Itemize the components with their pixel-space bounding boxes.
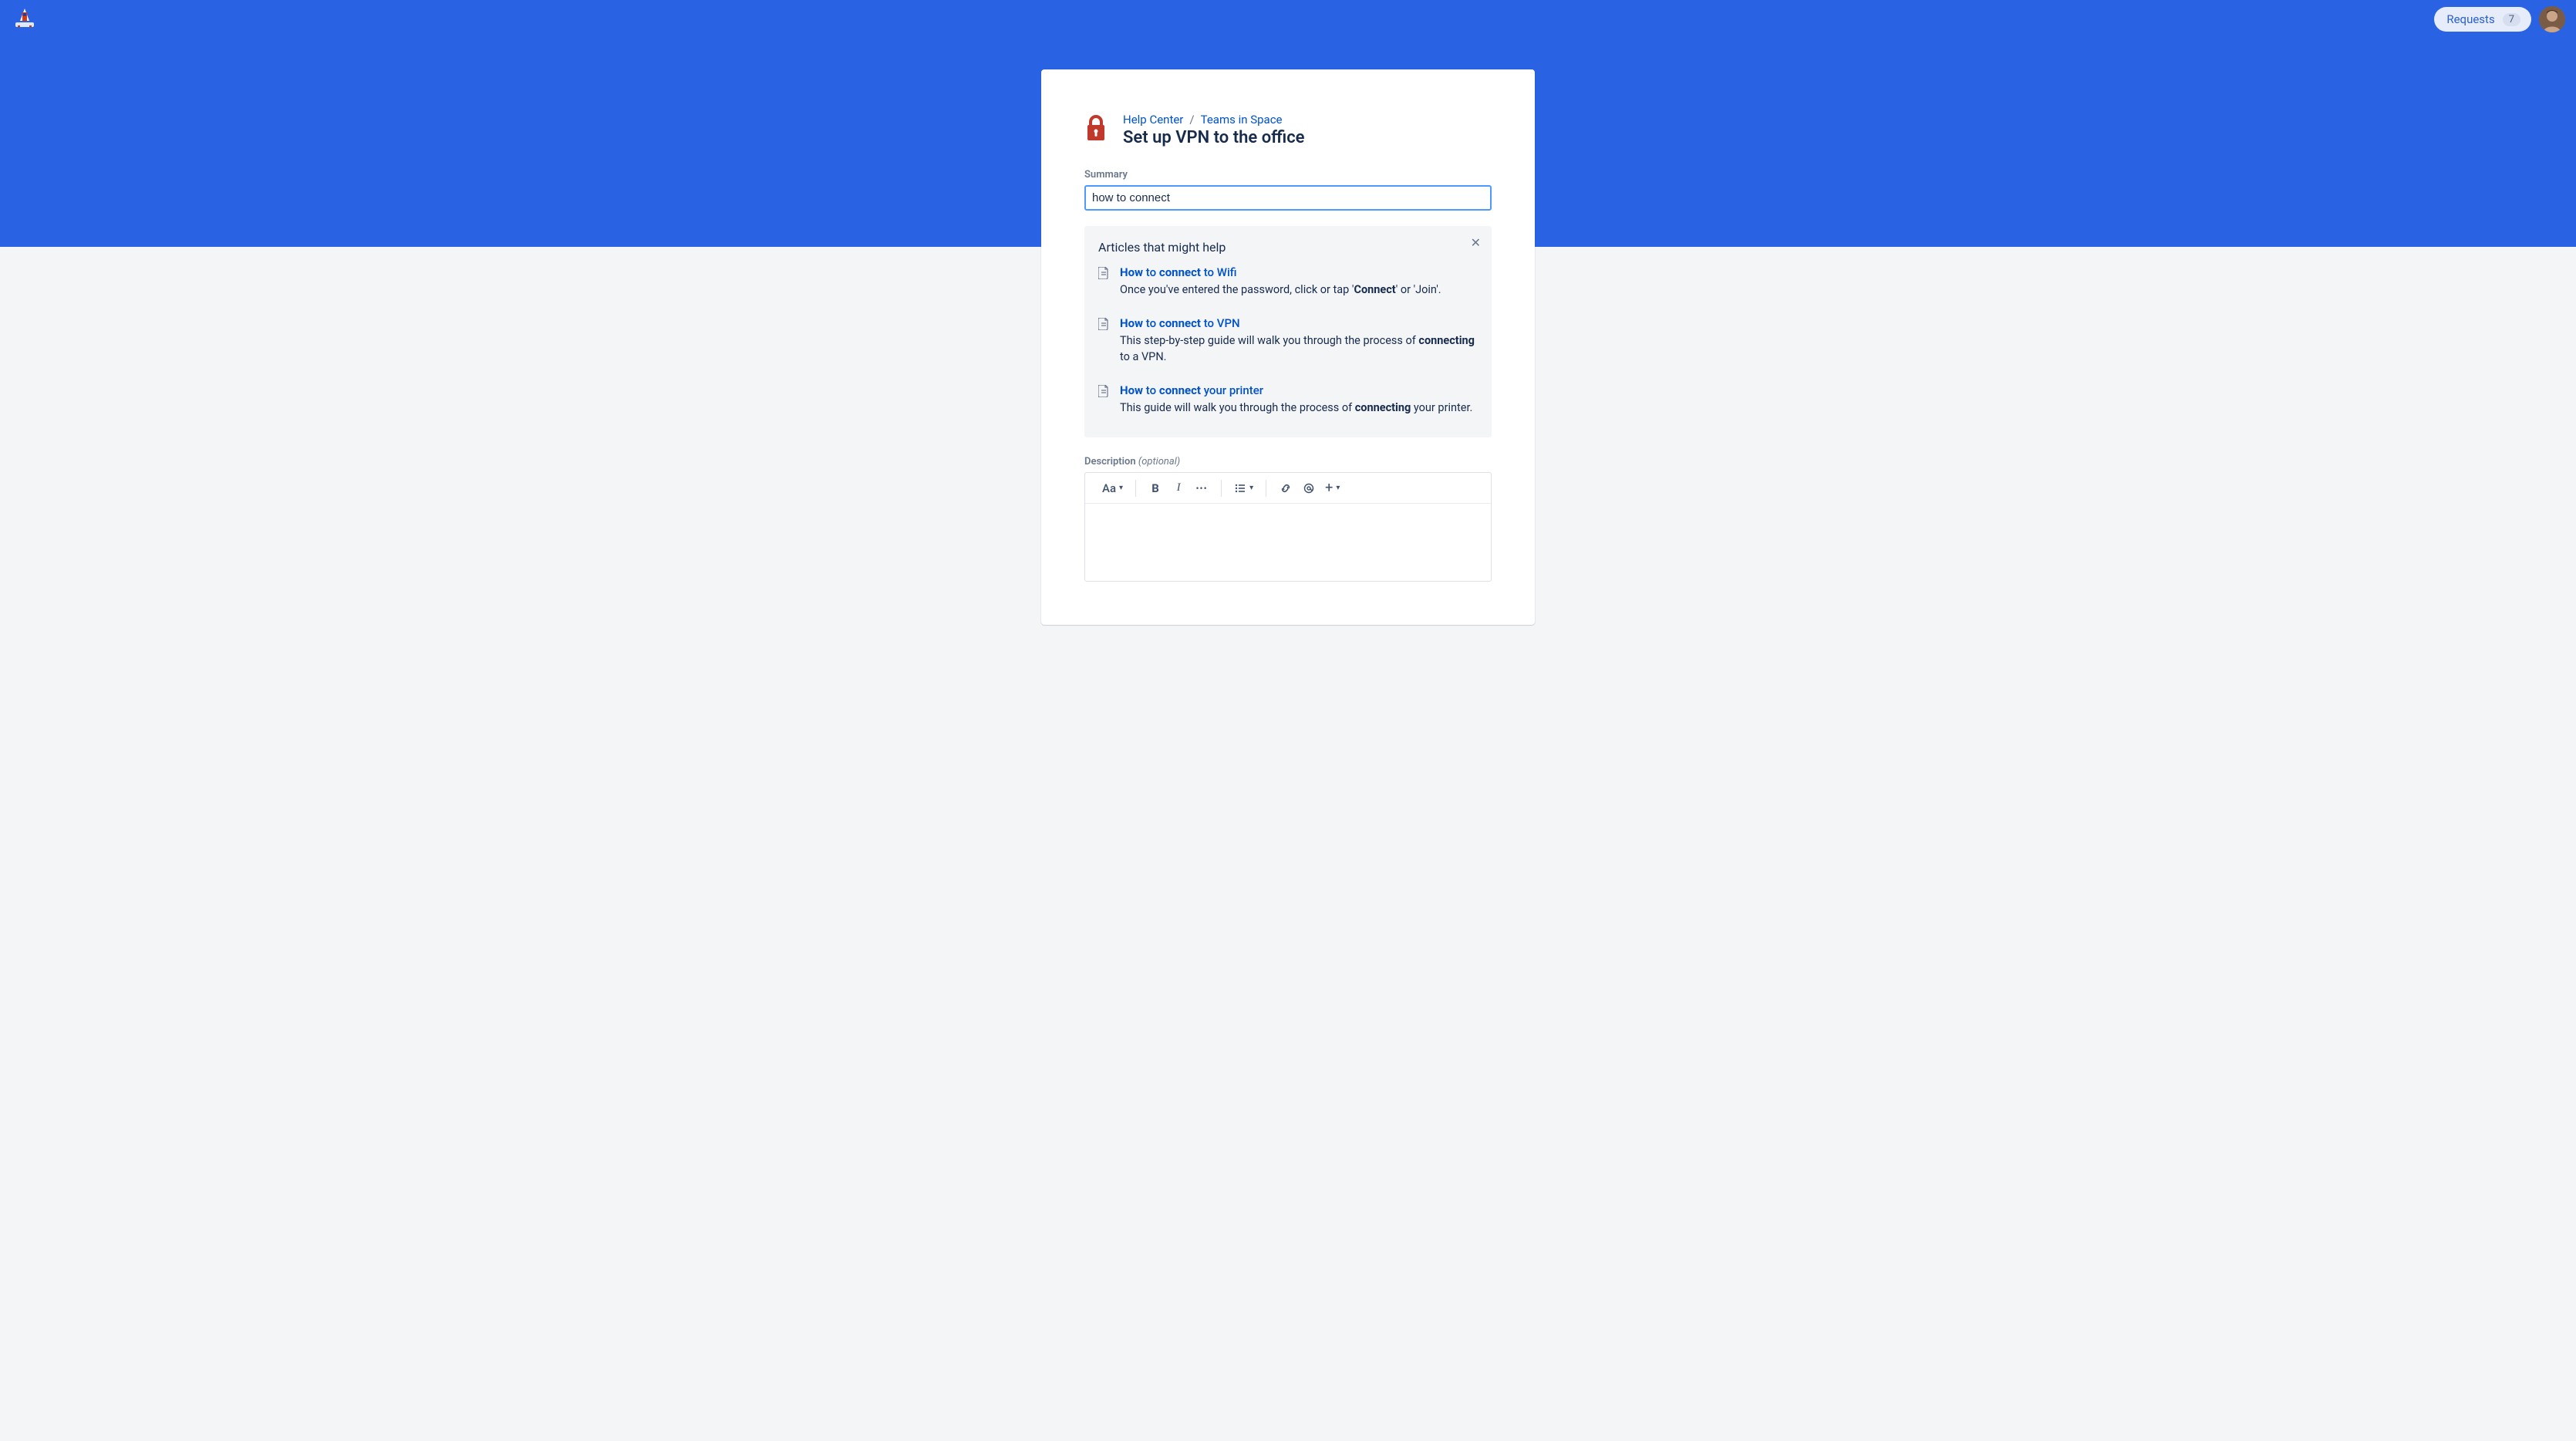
more-formatting-button[interactable]: ••• bbox=[1192, 478, 1212, 498]
description-textarea[interactable] bbox=[1085, 504, 1491, 581]
lists-button[interactable]: ▾ bbox=[1231, 478, 1256, 498]
chevron-down-icon: ▾ bbox=[1336, 484, 1340, 492]
description-editor: Aa▾ B I ••• ▾ bbox=[1084, 472, 1492, 582]
optional-hint: (optional) bbox=[1138, 456, 1180, 467]
requests-button[interactable]: Requests 7 bbox=[2434, 7, 2531, 32]
article-item: How to connect to Wifi Once you've enter… bbox=[1098, 265, 1478, 298]
requests-label: Requests bbox=[2446, 12, 2494, 26]
link-button[interactable] bbox=[1276, 478, 1296, 498]
insert-button[interactable]: +▾ bbox=[1322, 478, 1343, 498]
page-title: Set up VPN to the office bbox=[1123, 128, 1492, 147]
article-item: How to connect to VPN This step-by-step … bbox=[1098, 316, 1478, 365]
chevron-down-icon: ▾ bbox=[1249, 484, 1253, 492]
toolbar-separator bbox=[1135, 480, 1136, 497]
suggested-articles-panel: ✕ Articles that might help How to connec… bbox=[1084, 226, 1492, 437]
description-label: Description (optional) bbox=[1084, 456, 1492, 467]
article-snippet: This step-by-step guide will walk you th… bbox=[1120, 333, 1478, 365]
bold-button[interactable]: B bbox=[1145, 478, 1165, 498]
document-icon bbox=[1098, 383, 1111, 416]
article-title-link[interactable]: How to connect to VPN bbox=[1120, 316, 1478, 330]
toolbar-separator bbox=[1221, 480, 1222, 497]
article-item: How to connect your printer This guide w… bbox=[1098, 383, 1478, 416]
article-title-link[interactable]: How to connect to Wifi bbox=[1120, 265, 1478, 279]
close-icon[interactable]: ✕ bbox=[1471, 237, 1481, 249]
lock-icon bbox=[1084, 113, 1109, 147]
editor-toolbar: Aa▾ B I ••• ▾ bbox=[1085, 473, 1491, 504]
portal-logo[interactable] bbox=[11, 5, 39, 33]
breadcrumb-teams-in-space[interactable]: Teams in Space bbox=[1201, 113, 1283, 127]
avatar[interactable] bbox=[2539, 6, 2565, 32]
article-snippet: Once you've entered the password, click … bbox=[1120, 282, 1478, 298]
breadcrumb-separator: / bbox=[1189, 113, 1194, 127]
requests-count-badge: 7 bbox=[2503, 13, 2520, 26]
breadcrumb: Help Center / Teams in Space bbox=[1123, 113, 1492, 127]
text-styles-button[interactable]: Aa▾ bbox=[1099, 478, 1126, 498]
document-icon bbox=[1098, 265, 1111, 298]
topbar: Requests 7 bbox=[0, 0, 2576, 39]
request-form-card: Help Center / Teams in Space Set up VPN … bbox=[1041, 69, 1535, 625]
chevron-down-icon: ▾ bbox=[1119, 484, 1123, 492]
article-title-link[interactable]: How to connect your printer bbox=[1120, 383, 1478, 397]
document-icon bbox=[1098, 316, 1111, 365]
summary-label: Summary bbox=[1084, 169, 1492, 181]
suggested-articles-title: Articles that might help bbox=[1098, 240, 1478, 255]
breadcrumb-help-center[interactable]: Help Center bbox=[1123, 113, 1183, 127]
italic-button[interactable]: I bbox=[1168, 478, 1189, 498]
summary-input[interactable] bbox=[1084, 185, 1492, 211]
mention-button[interactable] bbox=[1299, 478, 1319, 498]
article-snippet: This guide will walk you through the pro… bbox=[1120, 400, 1478, 416]
